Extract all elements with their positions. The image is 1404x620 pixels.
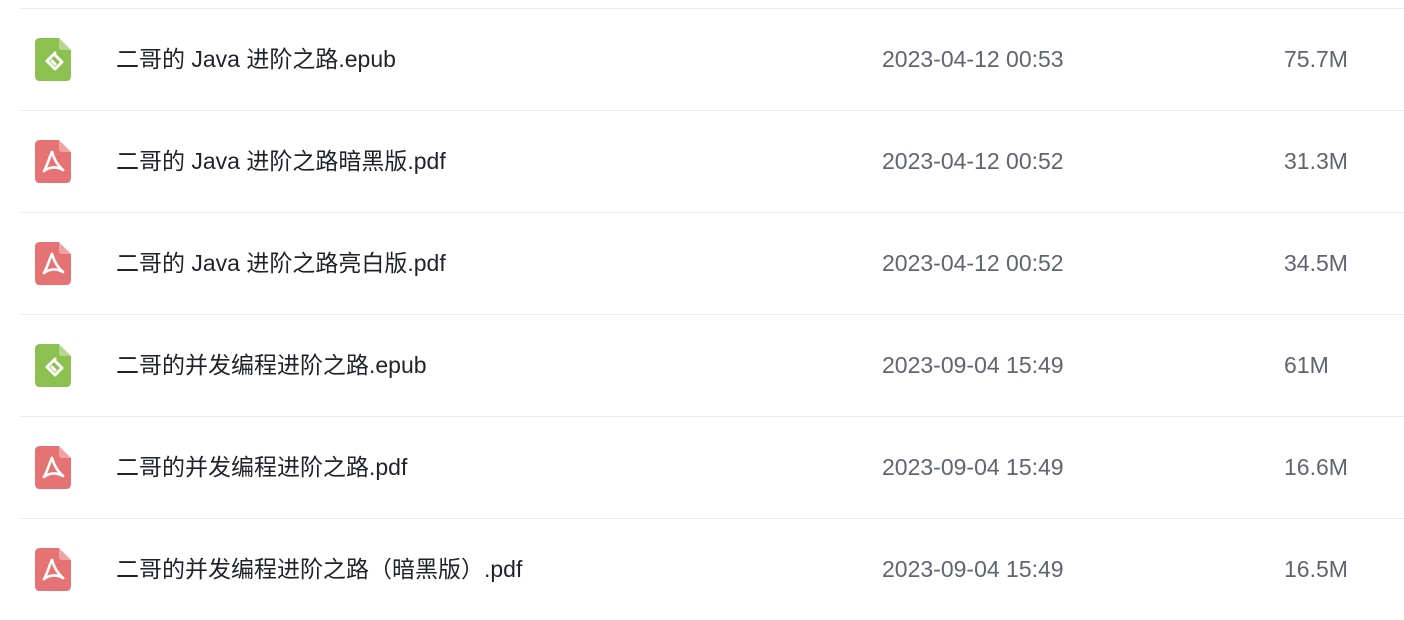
file-row[interactable]: 二哥的 Java 进阶之路暗黑版.pdf 2023-04-12 00:52 31…	[20, 111, 1404, 213]
file-date: 2023-04-12 00:52	[882, 148, 1064, 174]
file-name[interactable]: 二哥的并发编程进阶之路.pdf	[116, 417, 407, 518]
file-name[interactable]: 二哥的 Java 进阶之路亮白版.pdf	[116, 213, 446, 314]
file-date: 2023-04-12 00:53	[882, 46, 1064, 72]
file-size: 75.7M	[1284, 46, 1348, 72]
file-size: 31.3M	[1284, 148, 1348, 174]
file-row[interactable]: 二哥的并发编程进阶之路（暗黑版）.pdf 2023-09-04 15:49 16…	[20, 519, 1404, 620]
file-date: 2023-09-04 15:49	[882, 454, 1064, 480]
file-list: 二哥的 Java 进阶之路.epub 2023-04-12 00:53 75.7…	[0, 0, 1404, 620]
file-date: 2023-04-12 00:52	[882, 250, 1064, 276]
file-row[interactable]: 二哥的并发编程进阶之路.pdf 2023-09-04 15:49 16.6M	[20, 417, 1404, 519]
epub-icon	[35, 344, 71, 387]
pdf-icon	[35, 446, 71, 489]
file-row[interactable]: 二哥的 Java 进阶之路.epub 2023-04-12 00:53 75.7…	[20, 9, 1404, 111]
file-name[interactable]: 二哥的 Java 进阶之路暗黑版.pdf	[116, 111, 446, 212]
pdf-icon	[35, 140, 71, 183]
pdf-icon	[35, 242, 71, 285]
file-size: 34.5M	[1284, 250, 1348, 276]
file-date: 2023-09-04 15:49	[882, 352, 1064, 378]
file-name[interactable]: 二哥的并发编程进阶之路（暗黑版）.pdf	[116, 519, 522, 620]
file-name[interactable]: 二哥的并发编程进阶之路.epub	[116, 315, 427, 416]
pdf-icon	[35, 548, 71, 591]
file-size: 16.6M	[1284, 454, 1348, 480]
file-size: 16.5M	[1284, 556, 1348, 582]
file-row[interactable]: 二哥的 Java 进阶之路亮白版.pdf 2023-04-12 00:52 34…	[20, 213, 1404, 315]
file-row[interactable]: 二哥的并发编程进阶之路.epub 2023-09-04 15:49 61M	[20, 315, 1404, 417]
file-size: 61M	[1284, 352, 1329, 378]
epub-icon	[35, 38, 71, 81]
file-date: 2023-09-04 15:49	[882, 556, 1064, 582]
file-name[interactable]: 二哥的 Java 进阶之路.epub	[116, 9, 396, 110]
